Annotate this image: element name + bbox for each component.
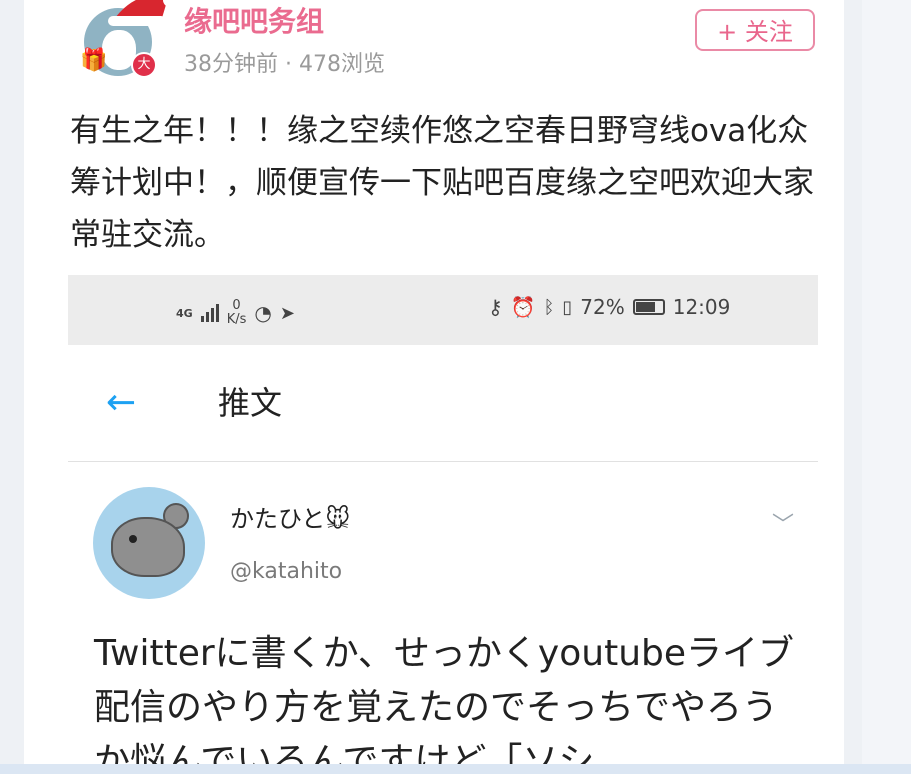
post-text: 有生之年！！！缘之空续作悠之空春日野穹线ova化众筹计划中！，顺便宣传一下贴吧百… [70,113,814,253]
post-card: 🎁 大 缘吧吧务组 38分钟前 · 478浏览 + 关注 有生之年！！！缘之空续… [24,0,844,774]
battery-text: 72% [580,295,625,319]
alarm-icon: ⏰ [510,295,536,319]
tweet-author-handle[interactable]: @katahito [230,557,342,587]
right-margin [862,0,911,774]
status-bar: 4G 0 K/s ◔ ➤ ⚷ ⏰ ᛒ ▯ 72% 12:09 [68,275,818,345]
key-icon: ⚷ [488,295,503,319]
gift-icon: 🎁 [80,48,108,73]
battery-fill [635,302,655,312]
vibrate-icon: ▯ [562,296,573,318]
speed-unit: K/s [226,312,247,327]
battery-icon [632,299,665,315]
embedded-screenshot[interactable]: 4G 0 K/s ◔ ➤ ⚷ ⏰ ᛒ ▯ 72% 12:09 ← 推文 かたひと… [68,275,818,774]
speed-indicator: 0 K/s [227,299,247,327]
signal-icon [200,304,219,322]
sync-icon: ◔ [254,301,272,325]
mouse-eye [129,535,137,543]
tweet-text: Twitterに書くか、せっかくyoutubeライブ配信のやり方を覚えたのでそっ… [94,633,795,774]
bluetooth-icon: ᛒ [543,296,555,318]
speed-value: 0 [232,298,241,313]
network-label: 4G [176,306,193,320]
status-right: ⚷ ⏰ ᛒ ▯ 72% 12:09 [488,295,730,319]
tweet-header: ← 推文 [68,345,818,462]
follow-button[interactable]: + 关注 [695,9,815,51]
tweet-author-avatar[interactable] [93,487,205,599]
santa-hat-icon [108,0,177,26]
mouse-body [111,517,185,577]
group-name[interactable]: 缘吧吧务组 [184,2,324,42]
post-meta: 38分钟前 · 478浏览 [184,52,385,77]
chevron-down-icon[interactable]: ﹀ [772,507,794,539]
bottom-bar [0,764,911,774]
status-time: 12:09 [672,295,731,319]
level-badge: 大 [131,52,157,78]
back-arrow-icon[interactable]: ← [106,385,136,421]
tweet-page-title: 推文 [218,384,283,422]
location-icon: ➤ [279,302,295,324]
status-left: 4G 0 K/s ◔ ➤ [176,299,295,327]
tweet-author-name[interactable]: かたひと🐭 [230,503,350,535]
